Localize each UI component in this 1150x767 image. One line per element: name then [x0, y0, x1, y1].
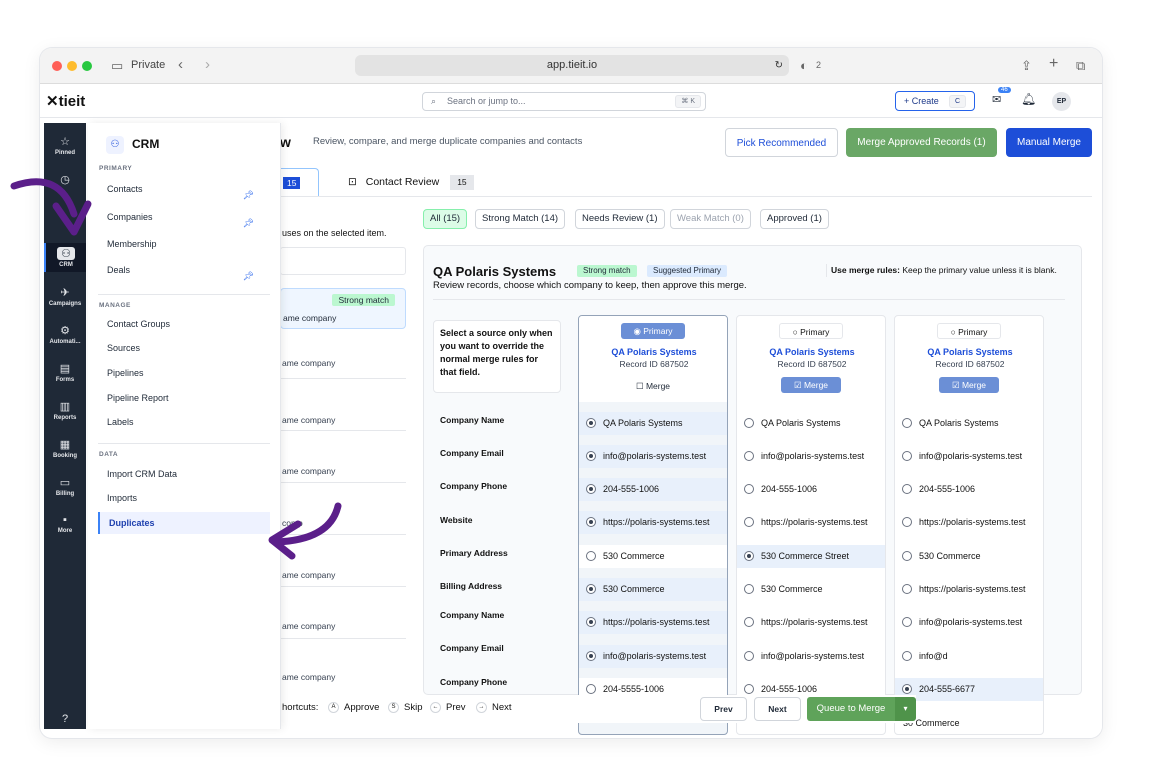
annotation-arrows [10, 178, 342, 560]
arrow-annotation-crm [10, 178, 78, 218]
arrow-annotation-duplicates [272, 502, 342, 546]
